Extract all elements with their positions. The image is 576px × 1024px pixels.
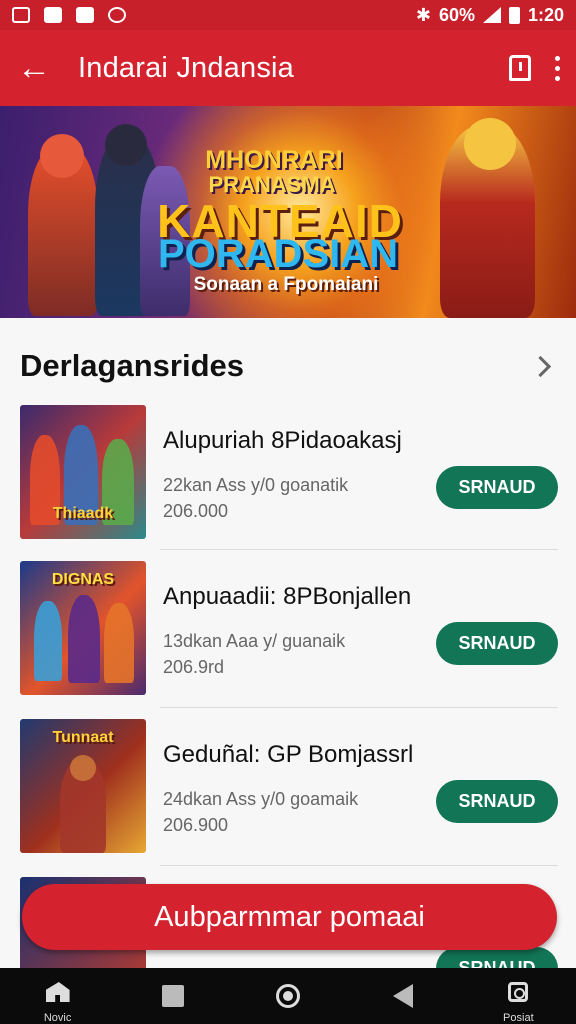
page-title: Indarai Jndansia: [78, 51, 295, 84]
promo-banner[interactable]: MHONRARI PRANASMA KANTEAID PORADSIAN Son…: [0, 106, 576, 318]
item-name: Anpuaadii: 8PBonjallen: [163, 583, 412, 610]
home-icon: [45, 982, 70, 1002]
battery-text: 60%: [438, 4, 475, 25]
content-area: Derlagansrides Thiaadk Alupuriah 8Pidaoa…: [0, 318, 576, 1011]
nav-search[interactable]: Posiat: [478, 968, 558, 1024]
search-icon: [508, 982, 529, 1002]
divider: [160, 549, 558, 550]
battery-icon: [508, 6, 520, 24]
install-button[interactable]: SRNAUD: [436, 466, 558, 509]
square-icon: [161, 985, 184, 1007]
back-arrow-icon[interactable]: ←: [12, 46, 56, 90]
game-thumbnail[interactable]: Thiaadk: [20, 405, 146, 539]
primary-action-button[interactable]: Aubparmmar pomaai: [22, 884, 557, 950]
item-meta: 206.000: [163, 501, 229, 521]
game-thumbnail[interactable]: DIGNAS: [20, 561, 146, 695]
notification-icon: [76, 7, 94, 23]
more-options-icon[interactable]: [555, 55, 560, 81]
list-item[interactable]: Tunnaat Geduñal: GP Bomjassrl 24dkan Ass…: [20, 719, 558, 855]
thumbnail-title: Thiaadk: [52, 505, 114, 522]
nav-recents[interactable]: [133, 968, 213, 1024]
item-name: Geduñal: GP Bomjassrl: [163, 741, 414, 768]
banner-text-line1: MHONRARI: [205, 146, 343, 174]
divider: [160, 707, 558, 708]
nav-label: Novic: [43, 1012, 72, 1024]
install-button[interactable]: SRNAUD: [436, 622, 558, 665]
bookmark-icon[interactable]: [509, 55, 531, 81]
item-meta: 22kan Ass y/0 goanatik: [163, 475, 349, 495]
thumbnail-title: DIGNAS: [51, 571, 115, 588]
banner-text-line5: Sonaan a Fpomaiani: [193, 274, 379, 295]
section-title: Derlagansrides: [20, 348, 244, 383]
thumbnail-title: Tunnaat: [52, 729, 114, 746]
clock-icon: [108, 7, 126, 23]
triangle-back-icon: [393, 984, 414, 1008]
app-bar: ← Indarai Jndansia: [0, 30, 576, 106]
chevron-right-icon[interactable]: [529, 355, 552, 377]
circle-icon: [275, 984, 300, 1008]
nav-back[interactable]: [363, 968, 443, 1024]
status-bar: ✱ 60% 1:20: [0, 0, 576, 30]
item-name: Alupuriah 8Pidaoakasj: [163, 427, 402, 454]
image-icon: [12, 7, 30, 23]
list-item[interactable]: Thiaadk Alupuriah 8Pidaoakasj 22kan Ass …: [20, 405, 558, 541]
gallery-icon: [44, 7, 62, 23]
banner-text-line4: PORADSIAN: [157, 232, 399, 276]
item-meta: 24dkan Ass y/0 goamaik: [163, 789, 359, 809]
install-button[interactable]: SRNAUD: [436, 780, 558, 823]
signal-icon: [482, 7, 501, 23]
item-meta: 206.900: [163, 815, 229, 835]
list-item[interactable]: DIGNAS Anpuaadii: 8PBonjallen 13dkan Aaa…: [20, 561, 558, 697]
system-nav-bar: Novic Posiat: [0, 968, 576, 1024]
nav-label: Posiat: [503, 1012, 534, 1024]
game-thumbnail[interactable]: Tunnaat: [20, 719, 146, 853]
bluetooth-icon: ✱: [415, 4, 431, 25]
divider: [160, 865, 558, 866]
section-header[interactable]: Derlagansrides: [20, 346, 560, 386]
item-meta: 206.9rd: [163, 657, 225, 677]
item-meta: 13dkan Aaa y/ guanaik: [163, 631, 346, 651]
nav-home[interactable]: Novic: [18, 968, 98, 1024]
nav-home-button[interactable]: [248, 968, 328, 1024]
status-time: 1:20: [527, 4, 564, 25]
